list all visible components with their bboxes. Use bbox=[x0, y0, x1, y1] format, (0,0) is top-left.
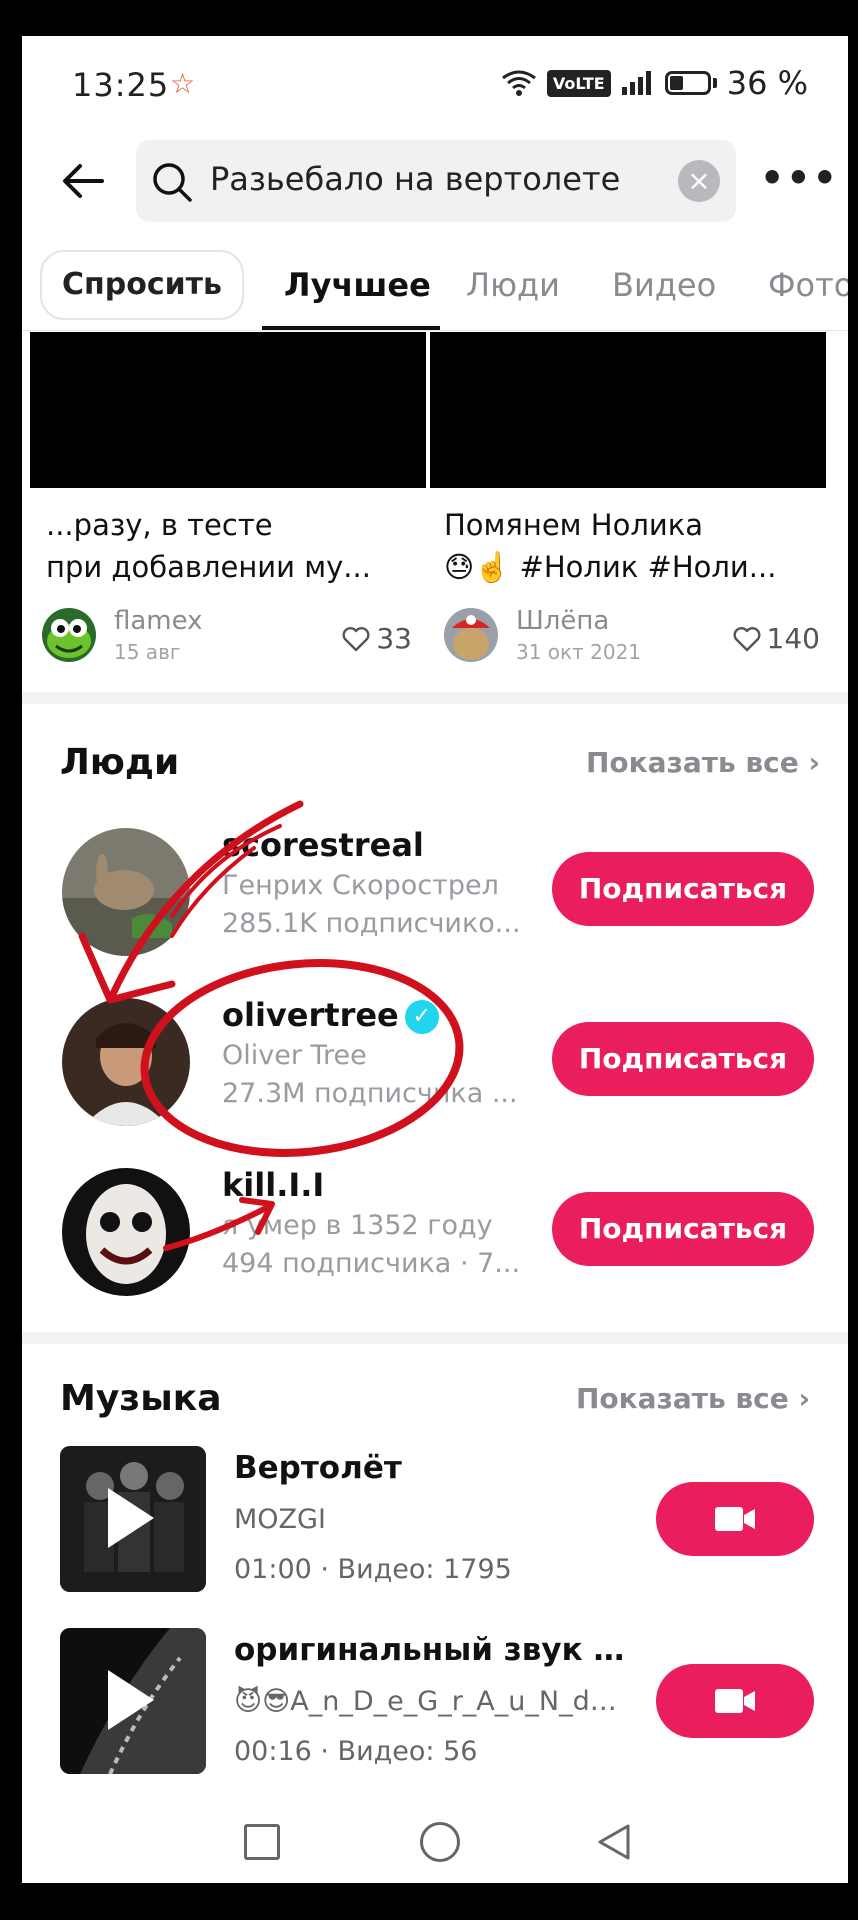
play-icon[interactable] bbox=[108, 1488, 154, 1548]
video-title: ...разу, в тесте при добавлении му... bbox=[46, 504, 416, 588]
video-likes: 33 bbox=[342, 622, 412, 655]
display-name: Генрих Скорострел bbox=[222, 870, 499, 901]
album-cover[interactable] bbox=[60, 1446, 206, 1592]
signal-icon bbox=[621, 71, 651, 95]
more-options-icon[interactable]: ••• bbox=[760, 156, 839, 200]
section-divider bbox=[22, 1332, 848, 1344]
video-date: 31 окт 2021 bbox=[516, 640, 642, 664]
video-card[interactable]: ...разу, в тесте при добавлении му... fl… bbox=[22, 332, 426, 676]
user-row[interactable]: kill.I.I я умер в 1352 году 494 подписчи… bbox=[22, 1162, 848, 1302]
section-divider bbox=[22, 692, 848, 704]
track-meta: 00:16 · Видео: 56 bbox=[234, 1736, 478, 1767]
likes-count: 140 bbox=[766, 622, 820, 655]
music-show-all-link[interactable]: Показать все › bbox=[576, 1382, 810, 1415]
use-sound-button[interactable] bbox=[656, 1664, 814, 1738]
show-all-label: Показать все bbox=[586, 746, 799, 779]
nav-home-button[interactable] bbox=[420, 1822, 460, 1862]
avatar[interactable] bbox=[444, 608, 498, 662]
music-row[interactable]: Вертолёт MOZGI 01:00 · Видео: 1795 bbox=[22, 1446, 848, 1596]
chevron-right-icon: › bbox=[808, 746, 821, 779]
clear-search-button[interactable]: × bbox=[678, 160, 720, 202]
follow-button[interactable]: Подписаться bbox=[552, 1192, 814, 1266]
avatar[interactable] bbox=[42, 608, 96, 662]
track-title: Вертолёт bbox=[234, 1450, 402, 1486]
video-thumbnail[interactable] bbox=[430, 332, 826, 488]
username: olivertree ✓ bbox=[222, 996, 439, 1034]
video-camera-icon bbox=[715, 1507, 755, 1531]
avatar[interactable] bbox=[62, 998, 190, 1126]
video-title-line: ...разу, в тесте bbox=[46, 508, 273, 542]
person-photo-icon bbox=[62, 998, 190, 1126]
people-section-title: Люди bbox=[60, 742, 180, 783]
video-title-line: при добавлении му... bbox=[46, 550, 371, 584]
track-artist: 😈😎A_n_D_e_G_r_A_u_N_d😎... bbox=[234, 1686, 626, 1717]
notification-star-icon: ☆ bbox=[170, 67, 196, 100]
followers-count: 285.1K подписчико... bbox=[222, 908, 521, 939]
status-icons: VoLTE 36 % bbox=[501, 64, 808, 102]
battery-percent: 36 % bbox=[726, 64, 808, 102]
avatar[interactable] bbox=[62, 1168, 190, 1296]
follow-button[interactable]: Подписаться bbox=[552, 1022, 814, 1096]
chevron-right-icon: › bbox=[798, 1382, 811, 1415]
video-thumbnail[interactable] bbox=[30, 332, 426, 488]
username-text: olivertree bbox=[222, 996, 399, 1034]
app-screen: 13:25 ☆ VoLTE 36 % Разьебало на вертолет… bbox=[22, 36, 848, 1883]
battery-icon bbox=[664, 71, 711, 95]
search-input[interactable]: Разьебало на вертолете × bbox=[136, 140, 736, 222]
tab-videos[interactable]: Видео bbox=[612, 266, 716, 304]
display-name: Oliver Tree bbox=[222, 1040, 367, 1071]
video-card[interactable]: Помянем Нолика 😓☝️ #Нолик #Ноли... Шлёпа… bbox=[430, 332, 834, 676]
show-all-label: Показать все bbox=[576, 1382, 789, 1415]
use-sound-button[interactable] bbox=[656, 1482, 814, 1556]
heart-icon bbox=[733, 626, 761, 651]
search-icon bbox=[153, 163, 192, 202]
video-title-line: Помянем Нолика bbox=[444, 508, 703, 542]
play-icon[interactable] bbox=[108, 1670, 154, 1730]
display-name: я умер в 1352 году bbox=[222, 1210, 493, 1241]
music-row[interactable]: оригинальный звук -... 😈😎A_n_D_e_G_r_A_u… bbox=[22, 1628, 848, 1778]
track-artist: MOZGI bbox=[234, 1504, 326, 1535]
video-camera-icon bbox=[715, 1689, 755, 1713]
video-author[interactable]: flamex bbox=[114, 606, 203, 636]
followers-count: 494 подписчика · 7... bbox=[222, 1248, 521, 1279]
rabbit-photo-icon bbox=[62, 828, 190, 956]
volte-badge: VoLTE bbox=[546, 69, 611, 97]
tab-photos[interactable]: Фото bbox=[768, 266, 848, 304]
wifi-icon bbox=[501, 70, 536, 96]
avatar[interactable] bbox=[62, 828, 190, 956]
user-row[interactable]: scorestreal Генрих Скорострел 285.1K под… bbox=[22, 822, 848, 962]
video-title-line: 😓☝️ #Нолик #Ноли... bbox=[444, 550, 777, 584]
nav-recents-button[interactable] bbox=[244, 1824, 280, 1860]
tabs-divider bbox=[22, 330, 848, 331]
back-arrow-icon[interactable] bbox=[58, 156, 108, 206]
video-author[interactable]: Шлёпа bbox=[516, 606, 609, 636]
username: kill.I.I bbox=[222, 1166, 325, 1204]
video-title: Помянем Нолика 😓☝️ #Нолик #Ноли... bbox=[444, 504, 814, 588]
jeff-face-icon bbox=[62, 1168, 190, 1296]
status-time: 13:25 bbox=[72, 66, 170, 104]
album-cover[interactable] bbox=[60, 1628, 206, 1774]
follow-button[interactable]: Подписаться bbox=[552, 852, 814, 926]
likes-count: 33 bbox=[376, 622, 412, 655]
followers-count: 27.3M подписчика ... bbox=[222, 1078, 518, 1109]
track-title: оригинальный звук -... bbox=[234, 1632, 626, 1668]
heart-icon bbox=[342, 626, 370, 651]
cat-avatar-icon bbox=[444, 608, 498, 662]
nav-back-button[interactable] bbox=[594, 1822, 634, 1862]
search-query: Разьебало на вертолете bbox=[210, 160, 621, 198]
tab-ask[interactable]: Спросить bbox=[40, 250, 244, 320]
music-section-title: Музыка bbox=[60, 1378, 222, 1419]
frog-avatar-icon bbox=[42, 608, 96, 662]
video-date: 15 авг bbox=[114, 640, 181, 664]
verified-badge-icon: ✓ bbox=[404, 1000, 439, 1034]
tab-people[interactable]: Люди bbox=[466, 266, 560, 304]
people-show-all-link[interactable]: Показать все › bbox=[586, 746, 820, 779]
tab-best[interactable]: Лучшее bbox=[284, 266, 431, 304]
username: scorestreal bbox=[222, 826, 424, 864]
video-likes: 140 bbox=[733, 622, 820, 655]
user-row[interactable]: olivertree ✓ Oliver Tree 27.3M подписчика… bbox=[22, 992, 848, 1132]
track-meta: 01:00 · Видео: 1795 bbox=[234, 1554, 512, 1585]
battery-tip bbox=[712, 78, 717, 88]
